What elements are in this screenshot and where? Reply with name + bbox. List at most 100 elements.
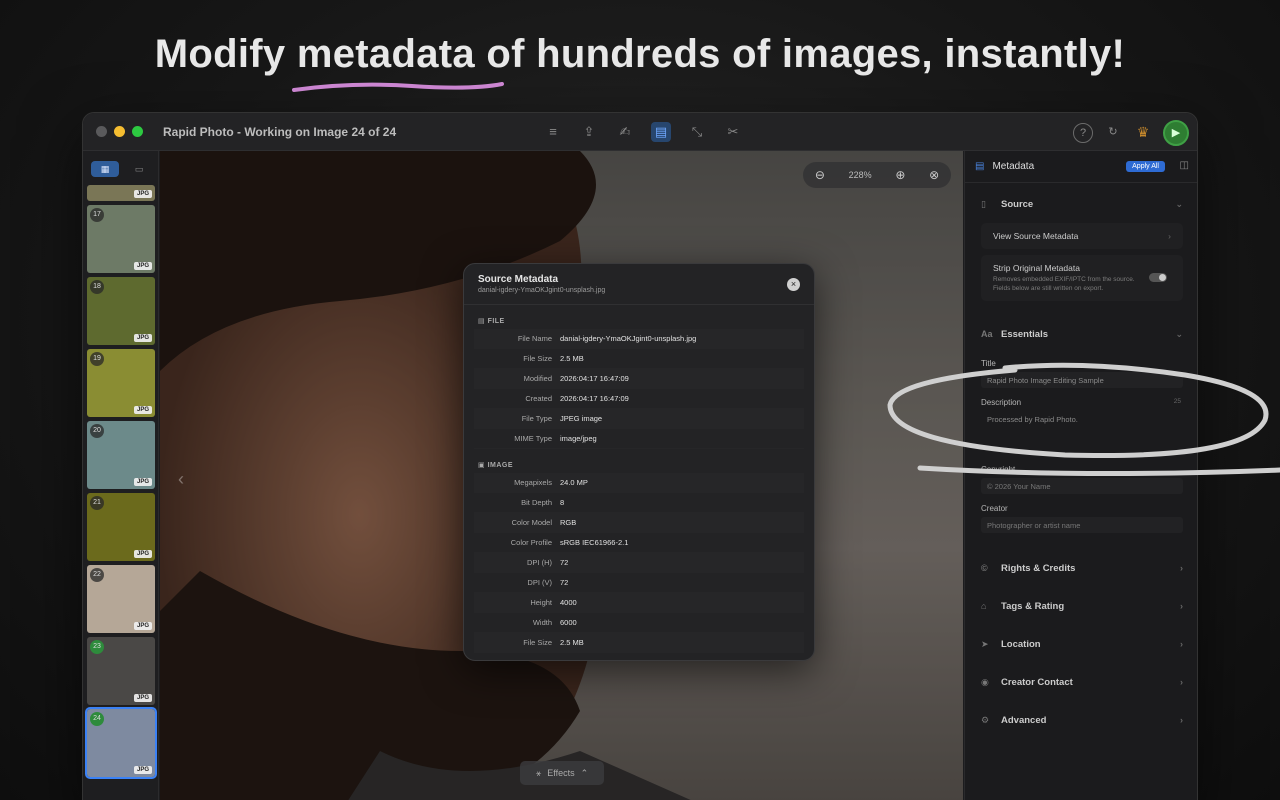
close-icon[interactable]: × (787, 278, 800, 291)
metadata-key: Color Profile (510, 538, 552, 547)
copyright-label: Copyright (981, 465, 1016, 474)
tools-icon[interactable]: ✂ (723, 122, 743, 142)
metadata-value: 2026:04:17 16:47:09 (560, 394, 629, 403)
zoom-reset-icon[interactable]: ⊗ (929, 168, 939, 182)
previous-arrow-icon[interactable]: ‹ (178, 469, 184, 490)
copyright-input[interactable]: © 2026 Your Name (981, 478, 1183, 494)
thumbnail-format-badge: JPG (133, 262, 152, 270)
chevron-right-icon: › (1180, 715, 1183, 725)
essentials-section-header[interactable]: Aa Essentials ⌄ (965, 315, 1197, 353)
thumbnail-item[interactable]: 17 JPG (87, 205, 155, 273)
thumbnail-format-badge: JPG (133, 190, 152, 198)
view-source-metadata-row[interactable]: View Source Metadata › (981, 223, 1183, 249)
panel-section-advanced[interactable]: ⚙ Advanced › (965, 701, 1197, 739)
metadata-value: 8 (560, 498, 565, 507)
undo-icon[interactable]: ↻ (1103, 123, 1123, 143)
metadata-panel: ▤ Metadata Apply All ◫ ▯ Source ⌄ View S… (964, 151, 1197, 800)
signature-icon[interactable]: ✍ (615, 122, 635, 142)
resize-icon[interactable]: ⤡ (687, 122, 707, 142)
file-section-title: FILE (487, 318, 505, 325)
panel-section-tags-rating[interactable]: ⌂ Tags & Rating › (965, 587, 1197, 625)
panel-section-creator-contact[interactable]: ◉ Creator Contact › (965, 663, 1197, 701)
thumbnail-item[interactable]: 21 JPG (87, 493, 155, 561)
metadata-row: Bit Depth 8 (474, 493, 804, 513)
thumbnail-item[interactable]: JPG (87, 185, 155, 201)
view-toggle: ▦ ▭ (91, 161, 153, 177)
metadata-value: image/jpeg (560, 434, 597, 443)
strip-metadata-toggle[interactable] (1149, 273, 1167, 282)
window-close-button[interactable] (96, 126, 107, 137)
metadata-key: Megapixels (514, 478, 552, 487)
list-view-icon[interactable]: ▭ (125, 161, 153, 177)
modal-title: Source Metadata (478, 274, 559, 285)
zoom-out-icon[interactable]: ⊖ (815, 168, 825, 182)
share-icon[interactable]: ⇪ (579, 122, 599, 142)
creator-input[interactable]: Photographer or artist name (981, 517, 1183, 533)
thumbnail-item[interactable]: 18 JPG (87, 277, 155, 345)
chevron-right-icon: › (1180, 677, 1183, 687)
thumbnail-number: 23 (90, 640, 104, 654)
thumbnail-item[interactable]: 24 JPG (85, 707, 157, 779)
thumbnail-list: JPG 17 JPG 18 JPG 19 JPG 20 JPG 21 JPG 22 JPG 23 JPG 24… (85, 185, 157, 781)
titlebar: Rapid Photo - Working on Image 24 of 24 … (83, 113, 1197, 151)
thumbnail-item[interactable]: 22 JPG (87, 565, 155, 633)
title-input[interactable]: Rapid Photo Image Editing Sample (981, 372, 1183, 388)
description-label-row: Description 25 (965, 398, 1197, 407)
description-input[interactable]: Processed by Rapid Photo. (981, 411, 1183, 445)
chevron-right-icon: › (1180, 601, 1183, 611)
image-section-title: IMAGE (487, 462, 514, 469)
chevron-up-icon: ⌃ (580, 767, 589, 778)
thumbnail-item[interactable]: 20 JPG (87, 421, 155, 489)
view-source-metadata-label: View Source Metadata (993, 231, 1079, 241)
thumbnail-number: 17 (90, 208, 104, 222)
section-icon: ➤ (981, 638, 989, 649)
panel-header: ▤ Metadata Apply All ◫ (965, 151, 1197, 183)
zoom-controls: ⊖ 228% ⊕ ⊗ (803, 162, 951, 188)
apply-all-button[interactable]: Apply All (1126, 161, 1165, 172)
window-maximize-button[interactable] (132, 126, 143, 137)
metadata-row: MIME Type image/jpeg (474, 429, 804, 449)
thumbnail-item[interactable]: 19 JPG (87, 349, 155, 417)
metadata-key: DPI (V) (527, 578, 552, 587)
metadata-value: 2.5 MB (560, 638, 584, 647)
essentials-section-label: Essentials (1001, 328, 1048, 340)
metadata-row: DPI (V) 72 (474, 573, 804, 593)
help-icon[interactable]: ? (1073, 123, 1093, 143)
description-count: 25 (1173, 398, 1181, 405)
chevron-right-icon: › (1180, 563, 1183, 573)
thumbnail-item[interactable]: 23 JPG (87, 637, 155, 705)
crown-icon[interactable]: ♛ (1133, 123, 1153, 143)
headline-before: Modify (154, 32, 297, 76)
thumbnail-number: 18 (90, 280, 104, 294)
effects-label: Effects (547, 768, 575, 778)
effects-button[interactable]: ⚹ Effects ⌃ (520, 761, 604, 785)
thumbnail-format-badge: JPG (133, 694, 152, 702)
metadata-value: 4000 (560, 598, 577, 607)
modal-divider (464, 304, 814, 305)
source-section-header[interactable]: ▯ Source ⌄ (965, 185, 1197, 223)
panel-section-rights-credits[interactable]: © Rights & Credits › (965, 549, 1197, 587)
metadata-row: DPI (H) 72 (474, 553, 804, 573)
modal-header: Source Metadata danial-igdery-YmaOKJgint… (464, 264, 814, 300)
metadata-key: DPI (H) (527, 558, 552, 567)
metadata-icon[interactable]: ▤ (651, 122, 671, 142)
title-label: Title (981, 359, 996, 368)
metadata-row: Megapixels 24.0 MP (474, 473, 804, 493)
metadata-value: 24.0 MP (560, 478, 588, 487)
sidebar-toggle-icon[interactable]: ◫ (1180, 160, 1189, 171)
toolbar: ≡ ⇪ ✍ ▤ ⤡ ✂ (543, 122, 743, 142)
headline: Modify metadata of hundreds of images, i… (0, 32, 1280, 77)
zoom-in-icon[interactable]: ⊕ (895, 168, 905, 182)
image-rows: Megapixels 24.0 MP Bit Depth 8 Color Model RG… (464, 473, 814, 653)
panel-section-location[interactable]: ➤ Location › (965, 625, 1197, 663)
play-icon[interactable]: ▶ (1163, 120, 1189, 146)
description-label: Description (981, 398, 1022, 407)
metadata-key: File Size (523, 354, 552, 363)
file-rows: File Name danial-igdery-YmaOKJgint0-unspl… (464, 329, 814, 449)
metadata-key: Modified (523, 374, 552, 383)
metadata-row: File Type JPEG image (474, 409, 804, 429)
sliders-icon[interactable]: ≡ (543, 122, 563, 142)
window-minimize-button[interactable] (114, 126, 125, 137)
grid-view-icon[interactable]: ▦ (91, 161, 119, 177)
thumbnail-format-badge: JPG (133, 622, 152, 630)
